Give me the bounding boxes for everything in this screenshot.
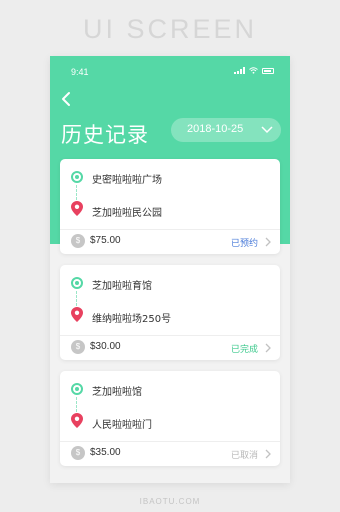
destination-label: 维纳啦啦场250号 xyxy=(92,314,172,325)
destination-label: 芝加啦啦民公园 xyxy=(92,208,162,219)
origin-label: 史密啦啦啦广场 xyxy=(92,175,162,186)
location-pin-icon xyxy=(71,413,83,428)
battery-icon xyxy=(262,67,274,74)
price: $75.00 xyxy=(90,235,121,246)
origin-label: 芝加啦啦育馆 xyxy=(92,281,152,292)
chevron-down-icon xyxy=(261,126,273,134)
phone-screen: 9:41 历史记录 2018-10-25 史密啦啦啦广场 芝加啦啦民公园 $ $… xyxy=(50,56,290,483)
divider xyxy=(60,229,280,230)
status-badge: 已完成 xyxy=(230,345,258,355)
order-card[interactable]: 史密啦啦啦广场 芝加啦啦民公园 $ $75.00 已预约 xyxy=(60,159,280,254)
origin-dot-icon xyxy=(71,383,83,395)
chevron-right-icon xyxy=(265,343,271,353)
watermark-top: UI SCREEN xyxy=(82,14,258,44)
status-time: 9:41 xyxy=(71,67,89,77)
price: $30.00 xyxy=(90,341,121,352)
divider xyxy=(60,335,280,336)
origin-label: 芝加啦啦馆 xyxy=(92,387,142,398)
date-picker[interactable]: 2018-10-25 xyxy=(171,118,281,142)
origin-dot-icon xyxy=(71,277,83,289)
chevron-right-icon xyxy=(265,237,271,247)
status-badge: 已预约 xyxy=(230,239,258,249)
back-arrow-icon[interactable] xyxy=(59,91,75,107)
wifi-icon xyxy=(249,67,258,74)
date-value: 2018-10-25 xyxy=(187,123,244,135)
route-line xyxy=(76,291,77,306)
chevron-right-icon xyxy=(265,449,271,459)
page-title: 历史记录 xyxy=(61,123,149,147)
price: $35.00 xyxy=(90,447,121,458)
status-icons xyxy=(234,67,274,74)
status-bar: 9:41 xyxy=(50,64,290,80)
divider xyxy=(60,441,280,442)
watermark-bottom: IBAOTU.COM xyxy=(139,497,201,506)
location-pin-icon xyxy=(71,307,83,322)
order-card[interactable]: 芝加啦啦馆 人民啦啦啦门 $ $35.00 已取消 xyxy=(60,371,280,466)
signal-icon xyxy=(234,67,245,74)
dollar-coin-icon: $ xyxy=(71,234,85,248)
location-pin-icon xyxy=(71,201,83,216)
origin-dot-icon xyxy=(71,171,83,183)
dollar-coin-icon: $ xyxy=(71,340,85,354)
order-card[interactable]: 芝加啦啦育馆 维纳啦啦场250号 $ $30.00 已完成 xyxy=(60,265,280,360)
status-badge: 已取消 xyxy=(230,451,258,461)
route-line xyxy=(76,397,77,412)
dollar-coin-icon: $ xyxy=(71,446,85,460)
route-line xyxy=(76,185,77,200)
destination-label: 人民啦啦啦门 xyxy=(92,420,152,431)
